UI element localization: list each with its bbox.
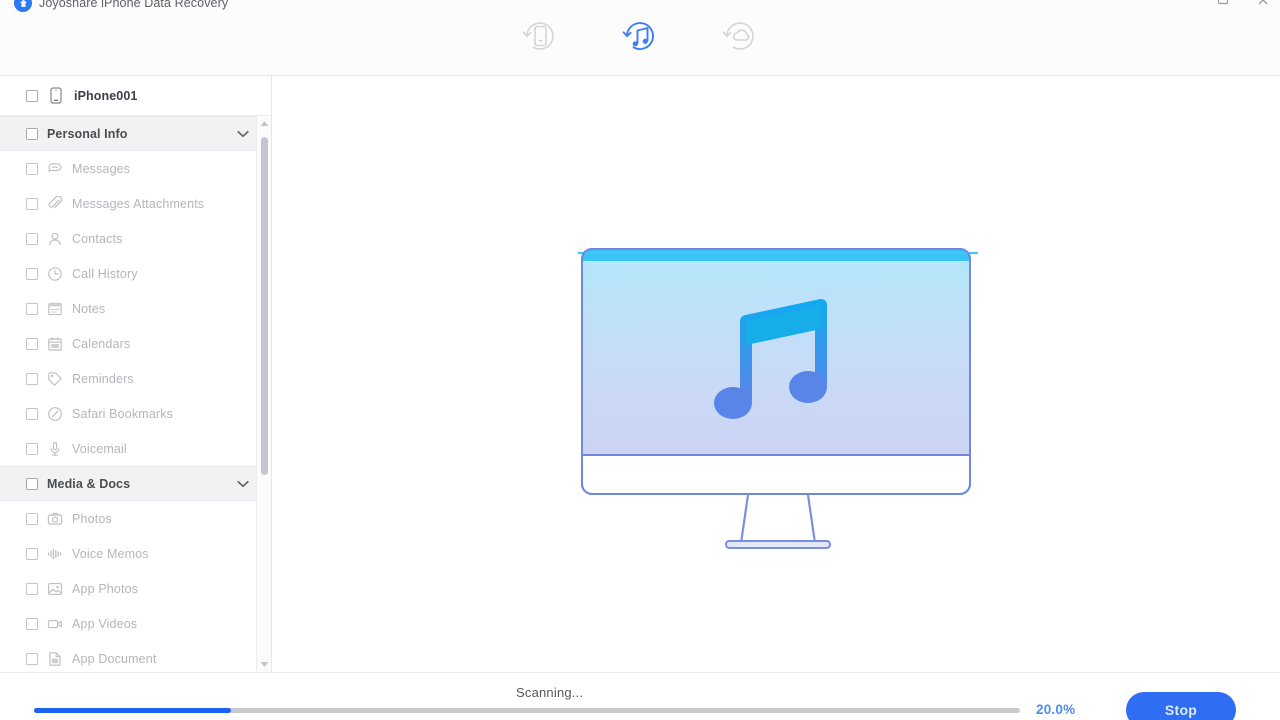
item-label: Contacts xyxy=(72,231,123,246)
waveform-icon xyxy=(46,545,64,563)
camera-icon xyxy=(46,510,64,528)
sidebar-device-row[interactable]: iPhone001 xyxy=(0,76,271,116)
app-window: Joyoshare iPhone Data Recovery iPhone001… xyxy=(0,0,1280,720)
sidebar-item-notes[interactable]: Notes xyxy=(0,291,271,326)
main-stage xyxy=(272,76,1280,672)
category-list: Personal Info Messages Messages Attachme… xyxy=(0,116,271,672)
item-checkbox[interactable] xyxy=(26,617,38,630)
item-label: Reminders xyxy=(72,371,134,386)
main-body: iPhone001 Personal Info Messages Message… xyxy=(0,76,1280,672)
video-camera-icon xyxy=(46,615,64,633)
item-checkbox[interactable] xyxy=(26,582,38,595)
sidebar-group-media-docs[interactable]: Media & Docs xyxy=(0,466,271,501)
scroll-up-icon[interactable] xyxy=(257,116,272,131)
notes-icon xyxy=(46,300,64,318)
recover-from-icloud-icon[interactable] xyxy=(712,8,768,64)
calendar-icon xyxy=(46,335,64,353)
item-checkbox[interactable] xyxy=(26,407,38,420)
sidebar: iPhone001 Personal Info Messages Message… xyxy=(0,76,272,672)
item-checkbox[interactable] xyxy=(26,652,38,665)
sidebar-item-photos[interactable]: Photos xyxy=(0,501,271,536)
scroll-down-icon[interactable] xyxy=(257,657,272,672)
iphone-icon xyxy=(47,87,65,105)
item-checkbox[interactable] xyxy=(26,337,38,350)
recover-from-itunes-icon[interactable] xyxy=(612,8,668,64)
item-checkbox[interactable] xyxy=(26,512,38,525)
scrollbar-space[interactable] xyxy=(257,131,272,657)
item-label: Notes xyxy=(72,301,106,316)
progress-track xyxy=(34,708,1020,713)
progress-fill xyxy=(34,708,232,713)
group-checkbox[interactable] xyxy=(26,477,38,490)
scrollbar-thumb[interactable] xyxy=(260,137,268,475)
mode-tabs xyxy=(0,8,1280,64)
title-bar: Joyoshare iPhone Data Recovery xyxy=(0,0,1280,76)
group-label: Media & Docs xyxy=(47,476,131,491)
sidebar-scrollbar[interactable] xyxy=(256,116,271,672)
item-label: App Videos xyxy=(72,616,138,631)
item-label: Voice Memos xyxy=(72,546,149,561)
item-label: Calendars xyxy=(72,336,131,351)
footer-status-bar: Scanning... 20.0% Stop xyxy=(0,672,1280,720)
item-checkbox[interactable] xyxy=(26,302,38,315)
sidebar-item-contacts[interactable]: Contacts xyxy=(0,221,271,256)
sidebar-item-voicemail[interactable]: Voicemail xyxy=(0,431,271,466)
item-checkbox[interactable] xyxy=(26,442,38,455)
item-label: Photos xyxy=(72,511,112,526)
status-text: Scanning... xyxy=(516,685,584,700)
chevron-down-icon[interactable] xyxy=(237,130,249,138)
reminder-tag-icon xyxy=(46,370,64,388)
item-label: App Document xyxy=(72,651,157,666)
sidebar-item-voice-memos[interactable]: Voice Memos xyxy=(0,536,271,571)
image-icon xyxy=(46,580,64,598)
sidebar-item-app-videos[interactable]: App Videos xyxy=(0,606,271,641)
device-name: iPhone001 xyxy=(74,88,138,103)
device-checkbox[interactable] xyxy=(26,89,38,102)
sidebar-item-messages[interactable]: Messages xyxy=(0,151,271,186)
sidebar-item-reminders[interactable]: Reminders xyxy=(0,361,271,396)
item-checkbox[interactable] xyxy=(26,197,38,210)
item-checkbox[interactable] xyxy=(26,162,38,175)
sidebar-item-messages-attachments[interactable]: Messages Attachments xyxy=(0,186,271,221)
item-label: App Photos xyxy=(72,581,139,596)
item-label: Messages Attachments xyxy=(72,196,205,211)
item-checkbox[interactable] xyxy=(26,547,38,560)
safari-compass-icon xyxy=(46,405,64,423)
message-bubble-icon xyxy=(46,160,64,178)
item-label: Messages xyxy=(72,161,131,176)
person-icon xyxy=(46,230,64,248)
sidebar-item-app-document[interactable]: App Document xyxy=(0,641,271,672)
sidebar-group-personal-info[interactable]: Personal Info xyxy=(0,116,271,151)
item-checkbox[interactable] xyxy=(26,267,38,280)
minimize-icon[interactable] xyxy=(1216,0,1230,7)
microphone-icon xyxy=(46,440,64,458)
item-checkbox[interactable] xyxy=(26,372,38,385)
close-icon[interactable] xyxy=(1256,0,1270,7)
recover-from-idevice-icon[interactable] xyxy=(512,8,568,64)
group-checkbox[interactable] xyxy=(26,127,38,140)
sidebar-item-app-photos[interactable]: App Photos xyxy=(0,571,271,606)
item-label: Safari Bookmarks xyxy=(72,406,174,421)
clock-icon xyxy=(46,265,64,283)
paperclip-icon xyxy=(46,195,64,213)
imac-music-note-illustration xyxy=(578,243,978,568)
group-label: Personal Info xyxy=(47,126,128,141)
item-label: Call History xyxy=(72,266,138,281)
chevron-down-icon[interactable] xyxy=(237,480,249,488)
stop-button[interactable]: Stop xyxy=(1126,692,1236,720)
document-icon xyxy=(46,650,64,668)
item-label: Voicemail xyxy=(72,441,127,456)
sidebar-item-safari-bookmarks[interactable]: Safari Bookmarks xyxy=(0,396,271,431)
sidebar-item-call-history[interactable]: Call History xyxy=(0,256,271,291)
category-scroll-area: Personal Info Messages Messages Attachme… xyxy=(0,116,271,672)
item-checkbox[interactable] xyxy=(26,232,38,245)
sidebar-item-calendars[interactable]: Calendars xyxy=(0,326,271,361)
progress-percent-label: 20.0% xyxy=(1036,702,1076,717)
